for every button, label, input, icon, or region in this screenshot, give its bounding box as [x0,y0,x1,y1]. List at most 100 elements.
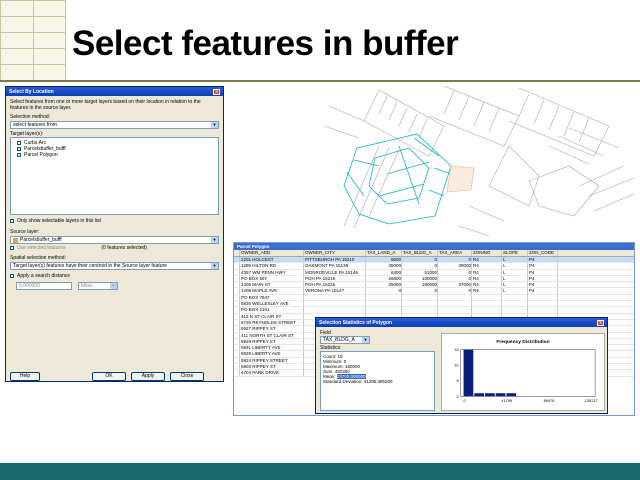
apply-distance-option[interactable]: Apply a search distance [10,273,219,279]
table-cell: 4704 PARK DRIVE [240,370,304,376]
column-header[interactable]: ZON_CODE [528,250,558,256]
column-header[interactable]: TAX_BLDG_A [402,250,438,256]
table-cell: 26800 [366,275,402,282]
table-cell: 0 [438,269,472,275]
table-cell [528,294,558,301]
table-cell: 1305 MAIN ST [240,282,304,288]
checkbox[interactable] [10,246,14,250]
table-cell: MONROEVILLE PA 15146 [304,269,366,275]
table-cell: 0 [402,263,438,269]
histogram-bar [506,393,517,397]
table-cell: P4 [528,269,558,275]
checkbox[interactable] [17,141,21,145]
x-tick-label: 89478 [544,398,555,403]
table-cell: 5835 WELLESLEY AVE [240,301,304,307]
table-cell: PGH PA 15215 [304,282,366,288]
checkbox[interactable] [10,274,14,278]
table-cell [502,301,528,307]
checkbox[interactable] [10,219,14,223]
table-cell: 5929 LIBERTY AVE [240,351,304,357]
source-layer-select[interactable]: Parcelsbuffer_bufff ▼ [10,236,219,244]
table-cell: L [502,257,528,263]
checkbox-checked[interactable]: ✓ [17,153,21,158]
table-cell [366,307,402,313]
table-cell [402,307,438,313]
table-cell: PO BOX 597 [240,275,304,282]
table-cell: 412 N ST CLAIR ST [240,313,304,319]
spatial-method-label: Spatial selection method: [10,255,66,261]
dialog-titlebar[interactable]: Selection Statistics of Polygon ✕ [316,318,607,327]
histogram-bar [495,393,506,397]
dialog-title: Select By Location [9,88,54,95]
target-layer-item[interactable]: ✓ Parcel Polygon [17,152,212,158]
chevron-down-icon: ▼ [211,122,218,128]
table-cell: 0 [438,275,472,282]
decorative-grid [0,0,66,80]
column-header[interactable]: ZONING [472,250,502,256]
select-by-location-dialog: Select By Location ✕ Select features fro… [5,86,224,382]
column-header[interactable]: OWNER_CITY [304,250,366,256]
histogram-bar [485,393,495,397]
table-cell [438,307,472,313]
table-cell: 5927 RIPPEY ST [240,326,304,332]
chart-title: Frequency Distribution [496,339,549,345]
frequency-chart: Frequency Distribution 15 10 5 00 41799 89478… [441,333,605,411]
table-cell [304,301,366,307]
statistics-list: Count: 19 Minimum: 0 Maximum: 180000 Sum: 4… [320,351,435,411]
table-cell [502,307,528,313]
footer-bar [0,463,640,480]
close-button[interactable]: Close [170,372,204,381]
table-cell: PGH PA 15219 [304,275,366,282]
table-cell: R4 [472,263,502,269]
spatial-method-select[interactable]: Target layer(s) features have their cent… [10,262,219,270]
statistic-row: Standard Deviation: 41295.385200 [323,379,393,384]
table-cell: PITTSBURGH PA 15210 [304,257,366,263]
table-cell: L [502,288,528,294]
dialog-titlebar[interactable]: Select By Location ✕ [6,87,223,96]
x-tick-label: 41799 [501,398,512,403]
table-cell: P4 [528,288,558,294]
column-header[interactable]: TAX_LAND_A [366,250,402,256]
help-button[interactable]: Help [10,372,40,381]
table-cell: P4 [528,275,558,282]
close-icon[interactable]: ✕ [597,319,604,326]
field-select[interactable]: TAX_BLDG_A ▼ [320,336,370,344]
table-cell: P4 [528,257,558,263]
table-cell [502,294,528,301]
plot-area [460,349,596,397]
close-icon[interactable]: ✕ [213,88,220,95]
parcel-map[interactable] [229,86,637,246]
table-cell: 1295 HILTON RD [240,263,304,269]
selection-method-select[interactable]: select features from ▼ [10,121,219,129]
table-cell: P4 [528,282,558,288]
table-cell: 5924 RIPPEY STREET [240,357,304,364]
target-layers-list[interactable]: Curbs Arc Parcelsbuffer_bufff ✓ Parcel Po… [10,137,219,215]
dialog-description: Select features from one or more target … [10,99,201,111]
table-cell: 37000 [438,282,472,288]
use-selected-option[interactable]: Use selected features (0 features select… [10,245,219,251]
table-cell [472,301,502,307]
layer-icon [13,237,18,243]
apply-button[interactable]: Apply [131,372,165,381]
ok-button[interactable]: OK [92,372,126,381]
column-header[interactable]: TAX_AREA [438,250,472,256]
selection-statistics-dialog: Selection Statistics of Polygon ✕ Field … [315,317,608,414]
table-cell: PO BOX 2101 [240,307,304,313]
table-header: OWNER_ADD OWNER_CITY TAX_LAND_A TAX_BLDG_A T… [234,250,634,257]
table-cell: 5726 REYNOLDS STREET [240,319,304,326]
table-cell: 0 [366,288,402,294]
distance-unit-select[interactable]: Miles ▼ [78,282,118,290]
column-header[interactable]: OWNER_ADD [240,250,304,256]
distance-input[interactable]: 0.000000 [16,282,72,290]
table-cell: L [502,275,528,282]
y-tick-label: 10 [454,363,458,368]
table-cell: 0 [438,288,472,294]
table-cell: 0 [438,257,472,263]
column-header[interactable]: SLOPE [502,250,528,256]
selection-method-label: Selection method: [10,114,51,120]
only-selectable-option[interactable]: Only show selectable layers in this list [10,218,219,224]
table-cell: 5903 RIPPEY ST [240,364,304,370]
checkbox[interactable] [17,147,21,151]
table-cell [304,294,366,301]
table-cell [438,301,472,307]
